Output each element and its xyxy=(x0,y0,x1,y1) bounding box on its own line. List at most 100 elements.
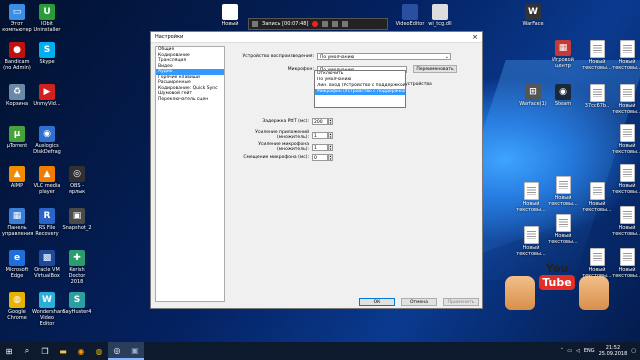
desktop-icon-utorrent[interactable]: µ µTorrent xyxy=(2,126,32,149)
stepper-buttons[interactable]: ▴ ▾ xyxy=(328,154,333,161)
desktop-icon-right[interactable]: Новый текстовы... xyxy=(582,182,612,213)
explorer-icon[interactable]: ▬ xyxy=(54,342,72,360)
desktop-icon-sayhuster[interactable]: S SayHuster4 xyxy=(62,292,92,315)
delay-input[interactable]: 200 xyxy=(312,118,328,125)
gear-icon[interactable] xyxy=(342,21,349,27)
window-title: Настройки xyxy=(155,34,184,40)
window-titlebar[interactable]: Настройки × xyxy=(151,32,482,43)
desktop-icon-iobit[interactable]: U IObit Uninstaller xyxy=(32,4,62,33)
text-file-icon xyxy=(619,84,635,102)
rename-button[interactable]: Переименовать xyxy=(413,65,457,73)
desktop-icon-this-pc[interactable]: ▭ Этот компьютер xyxy=(2,4,32,33)
desktop-icon-right[interactable]: Новый текстовы... xyxy=(548,176,578,207)
task-view-icon[interactable]: ❐ xyxy=(36,342,54,360)
unmyvideo-icon: ▶ xyxy=(39,84,55,100)
close-icon[interactable]: × xyxy=(472,33,478,41)
desktop-icon-chrome[interactable]: ◍ Google Chrome xyxy=(2,292,32,321)
desktop-icon-recycle[interactable]: ♻ Корзина xyxy=(2,84,32,107)
desktop-icon-right[interactable]: ◉ Steam xyxy=(548,84,578,107)
youtube-logo: You Tube xyxy=(535,262,579,318)
desktop-icon-right[interactable]: ⊞ Warface(1) xyxy=(518,84,548,107)
desktop-icon-kerish[interactable]: ✚ Kerish Doctor 2018 xyxy=(62,250,92,285)
desktop-icon-right[interactable]: Новый текстовы... xyxy=(548,214,578,245)
desktop-icon-vlc[interactable]: ▲ VLC media player xyxy=(32,166,62,195)
apply-button[interactable]: Применить xyxy=(443,298,479,306)
thumbs-up-icon xyxy=(579,276,609,310)
mic-dropdown-option[interactable]: Микрофон (Устройство с поддержкой High xyxy=(315,89,405,95)
desktop-icon-label: Новый текстовы... xyxy=(612,267,640,279)
stepper-buttons[interactable]: ▴ ▾ xyxy=(328,131,333,139)
desktop-icon-unmyvideo[interactable]: ▶ UnmyVid... xyxy=(32,84,62,107)
desktop-icon-wondershare[interactable]: W Wondershare Video Editor xyxy=(32,292,65,327)
desktop-icon-label: IObit Uninstaller xyxy=(33,21,61,33)
desktop-icon-auslogics[interactable]: ◉ Auslogics DiskDefrag xyxy=(32,126,62,155)
cancel-button[interactable]: Отмена xyxy=(401,298,437,306)
stepper-buttons[interactable]: ▴ ▾ xyxy=(328,143,333,151)
stepper-buttons[interactable]: ▴ ▾ xyxy=(328,118,333,125)
desktop-icon-control-panel[interactable]: ▦ Панель управления xyxy=(2,208,33,237)
settings-nav-list: Общие Кодирование Трансляция Видео Аудио Горя… xyxy=(155,46,225,302)
mic-overflow-text: устройства xyxy=(405,82,432,87)
desktop-icon-right[interactable]: 37cc67b.. xyxy=(582,84,612,109)
desktop-icon-bandicam[interactable]: ● Bandicam (no Admin) xyxy=(2,42,32,71)
desktop-icon-label: Microsoft Edge xyxy=(5,267,29,279)
skype-icon: S xyxy=(39,42,55,58)
desktop-icon-label: Новый текстовы... xyxy=(548,233,578,245)
desktop-icon-label: Этот компьютер xyxy=(2,21,32,33)
search-icon[interactable]: ⌕ xyxy=(18,342,36,360)
desktop-icon-label: VLC media player xyxy=(33,183,61,195)
desktop-icon-label: WarFace xyxy=(522,21,544,27)
notifications-icon[interactable]: ▢ xyxy=(631,348,636,354)
mic-gain-input[interactable]: 1 xyxy=(312,143,328,151)
desktop-icon-right[interactable]: Новый текстовы... xyxy=(612,84,640,115)
thumbs-up-icon xyxy=(505,276,535,310)
record-icon[interactable] xyxy=(312,21,319,27)
chrome-icon[interactable]: ◍ xyxy=(90,342,108,360)
desktop-icon-top[interactable]: wi_tcg.dll xyxy=(425,4,455,27)
desktop-icon-aimp[interactable]: ▲ AIMP xyxy=(2,166,32,189)
desktop-icon-top[interactable]: Новый xyxy=(215,4,245,27)
desktop-icon-right[interactable]: Новый текстовы... xyxy=(612,206,640,237)
desktop-icon-virtualbox[interactable]: ▩ Oracle VM VirtualBox xyxy=(32,250,62,279)
desktop-icon-right[interactable]: Новый текстовы... xyxy=(516,182,546,213)
taskbar: ⊞ ⌕ ❐ ▬ ◉ ◍ ◎ ▣ ˄ ▭ ◁ ENG 21:52 25.09.20… xyxy=(0,342,640,360)
desktop-icon-right[interactable]: Новый текстовы... xyxy=(612,248,640,279)
camera-icon[interactable] xyxy=(332,21,339,27)
settings-window-taskbar-icon[interactable]: ▣ xyxy=(126,342,144,360)
volume-icon[interactable]: ◁ xyxy=(576,348,580,354)
desktop-icon-label: wi_tcg.dll xyxy=(428,21,452,27)
text-file-icon xyxy=(619,40,635,58)
playback-device-select[interactable]: По умолчанию ⌄ xyxy=(317,53,451,60)
network-icon[interactable]: ▭ xyxy=(567,348,572,354)
desktop-icon-right[interactable]: ▦ Игровой центр xyxy=(548,40,578,69)
desktop-icon-right[interactable]: Новый текстовы... xyxy=(582,40,612,71)
tray-chevron-icon[interactable]: ˄ xyxy=(561,348,564,354)
text-file-icon xyxy=(555,176,571,194)
desktop-icon-label: µTorrent xyxy=(6,143,28,149)
desktop-icon-right[interactable]: Новый текстовы... xyxy=(612,164,640,195)
mic-offset-input[interactable]: 0 xyxy=(312,154,328,161)
stop-icon[interactable] xyxy=(322,21,329,27)
language-indicator[interactable]: ENG xyxy=(584,348,595,354)
desktop-icon-snapshot[interactable]: ▣ Snapshot_2 xyxy=(62,208,92,231)
pause-icon[interactable] xyxy=(252,21,258,27)
ok-button[interactable]: ОК xyxy=(359,298,395,306)
start-icon[interactable]: ⊞ xyxy=(0,342,18,360)
app-gain-input[interactable]: 1 xyxy=(312,131,328,139)
desktop-icon-skype[interactable]: S Skype xyxy=(32,42,62,65)
recycle-icon: ♻ xyxy=(9,84,25,100)
obs-icon[interactable]: ◎ xyxy=(108,342,126,360)
desktop-icon-label: Новый текстовы... xyxy=(612,183,640,195)
desktop-icon-right[interactable]: W WarFace xyxy=(518,4,548,27)
desktop-icon-top[interactable]: VideoEditor xyxy=(395,4,425,27)
desktop-icon-obs[interactable]: ◎ OBS - ярлык xyxy=(62,166,92,195)
desktop-icon-right[interactable]: Новый текстовы... xyxy=(612,40,640,71)
clock[interactable]: 21:52 25.09.2018 xyxy=(599,345,628,357)
clock-date: 25.09.2018 xyxy=(598,351,628,357)
browser-icon[interactable]: ◉ xyxy=(72,342,90,360)
settings-nav-item[interactable]: Переключатель сцен xyxy=(156,97,224,103)
desktop-icon-rsfile[interactable]: R RS File Recovery xyxy=(32,208,62,237)
desktop-icon-right[interactable]: Новый текстовы... xyxy=(612,124,640,155)
desktop-icon-edge[interactable]: e Microsoft Edge xyxy=(2,250,32,279)
desktop-icon-right[interactable]: Новый текстовы... xyxy=(516,226,546,257)
